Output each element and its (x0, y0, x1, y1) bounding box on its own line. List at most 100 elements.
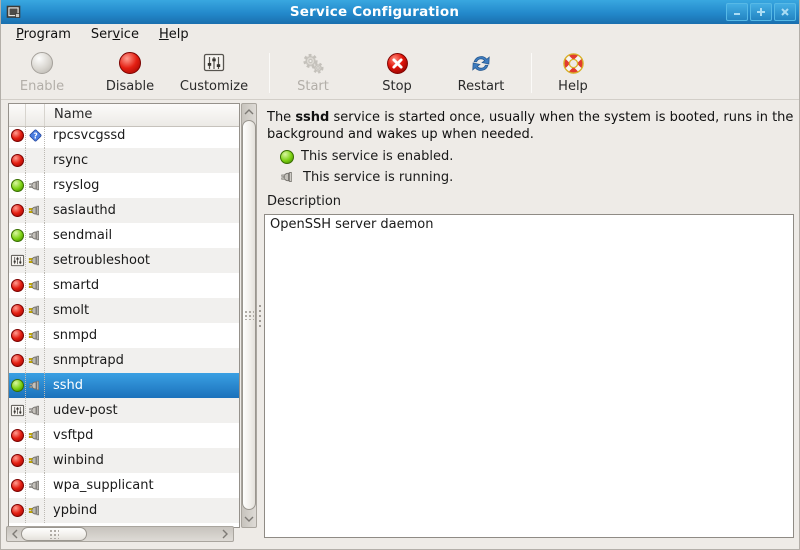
toolbar-separator (531, 53, 532, 93)
service-name: snmpd (45, 323, 97, 348)
menu-help[interactable]: Help (149, 24, 199, 47)
service-disabled-icon (9, 423, 26, 448)
scroll-left-button[interactable] (8, 527, 22, 541)
service-enabled-icon (9, 373, 26, 398)
custom-runlevel-icon (9, 398, 26, 423)
horizontal-scrollbar[interactable] (6, 526, 234, 542)
list-viewport: ? rpcsvcgssdrsyncrsyslogsaslauthdsendmail… (9, 127, 239, 527)
service-row-snmptrapd[interactable]: snmptrapd (9, 348, 239, 373)
service-name: smartd (45, 273, 99, 298)
customize-icon (202, 52, 226, 74)
service-row-winbind[interactable]: winbind (9, 448, 239, 473)
service-running-icon (26, 473, 45, 498)
service-row-smartd[interactable]: smartd (9, 273, 239, 298)
window-controls (726, 3, 796, 21)
column-header-name[interactable]: Name (45, 104, 239, 126)
column-header-status[interactable] (26, 104, 45, 126)
service-name: ypbind (45, 498, 97, 523)
minimize-button[interactable] (726, 3, 748, 21)
window-title: Service Configuration (23, 4, 726, 20)
scroll-down-button[interactable] (242, 512, 256, 526)
service-disabled-icon (9, 473, 26, 498)
toolbar-separator (269, 53, 270, 93)
stop-icon (386, 52, 409, 75)
status-empty (26, 148, 45, 173)
service-row-wpa_supplicant[interactable]: wpa_supplicant (9, 473, 239, 498)
service-row-setroubleshoot[interactable]: setroubleshoot (9, 248, 239, 273)
service-stopped-icon (26, 198, 45, 223)
service-disabled-icon (9, 198, 26, 223)
list-header: Name (9, 104, 239, 127)
service-name: rsync (45, 148, 88, 173)
start-button: Start (283, 51, 343, 95)
service-enabled-icon (9, 173, 26, 198)
vertical-scrollbar[interactable] (241, 103, 257, 528)
enable-icon (31, 52, 53, 74)
main-area: Name ? rpcsvcgssdrsyncrsyslogsaslauthdsen… (1, 100, 800, 550)
service-name: rpcsvcgssd (45, 127, 125, 148)
service-row-snmpd[interactable]: snmpd (9, 323, 239, 348)
service-stopped-icon (26, 348, 45, 373)
service-row-rsync[interactable]: rsync (9, 148, 239, 173)
service-unknown-icon: ? (26, 127, 45, 148)
service-stopped-icon (26, 323, 45, 348)
service-enabled-icon (280, 150, 294, 164)
help-button[interactable]: Help (547, 51, 599, 95)
service-stopped-icon (26, 448, 45, 473)
restart-button[interactable]: Restart (445, 51, 517, 95)
stop-button[interactable]: Stop (371, 51, 423, 95)
disable-button[interactable]: Disable (97, 51, 163, 95)
svg-text:?: ? (33, 131, 37, 140)
service-name: sshd (45, 373, 83, 398)
stop-label: Stop (382, 79, 412, 94)
thumb-grip (49, 529, 59, 539)
service-row-udev-post[interactable]: udev-post (9, 398, 239, 423)
pane-splitter[interactable] (257, 103, 263, 528)
service-name-bold: sshd (295, 110, 329, 125)
menu-service[interactable]: Service (81, 24, 149, 47)
service-running-icon (280, 169, 296, 185)
restart-label: Restart (458, 79, 505, 94)
enable-label: Enable (20, 79, 64, 94)
menubar: ProgramServiceHelp (1, 24, 799, 47)
customize-button[interactable]: Customize (169, 51, 259, 95)
service-disabled-icon (9, 273, 26, 298)
service-disabled-icon (9, 298, 26, 323)
description-text: OpenSSH server daemon (270, 217, 434, 232)
service-row-rpcsvcgssd[interactable]: ? rpcsvcgssd (9, 127, 239, 148)
vertical-scrollbar-thumb[interactable] (242, 120, 256, 510)
service-row-saslauthd[interactable]: saslauthd (9, 198, 239, 223)
service-name: wpa_supplicant (45, 473, 154, 498)
column-header-enabled[interactable] (9, 104, 26, 126)
description-textview[interactable]: OpenSSH server daemon (264, 214, 794, 538)
thumb-grip (244, 310, 254, 320)
service-enabled-icon (9, 223, 26, 248)
scroll-right-button[interactable] (218, 527, 232, 541)
titlebar[interactable]: Service Configuration (1, 0, 799, 24)
service-disabled-icon (9, 348, 26, 373)
service-row-ypbind[interactable]: ypbind (9, 498, 239, 523)
service-row-sendmail[interactable]: sendmail (9, 223, 239, 248)
service-name: setroubleshoot (45, 248, 150, 273)
disable-label: Disable (106, 79, 154, 94)
maximize-button[interactable] (750, 3, 772, 21)
service-disabled-icon (9, 148, 26, 173)
menu-program[interactable]: Program (6, 24, 81, 47)
service-name: rsyslog (45, 173, 99, 198)
toolbar: Enable Disable Customize Start Stop (1, 47, 799, 100)
service-name: saslauthd (45, 198, 116, 223)
service-name: snmptrapd (45, 348, 124, 373)
service-row-smolt[interactable]: smolt (9, 298, 239, 323)
service-disabled-icon (9, 448, 26, 473)
service-name: winbind (45, 448, 104, 473)
horizontal-scrollbar-thumb[interactable] (21, 527, 87, 541)
scroll-up-button[interactable] (242, 105, 256, 119)
service-row-sshd[interactable]: sshd (9, 373, 239, 398)
service-stopped-icon (26, 273, 45, 298)
service-row-vsftpd[interactable]: vsftpd (9, 423, 239, 448)
service-row-rsyslog[interactable]: rsyslog (9, 173, 239, 198)
enabled-status-text: This service is enabled. (301, 149, 453, 164)
customize-label: Customize (180, 79, 248, 94)
help-icon (562, 52, 585, 75)
close-button[interactable] (774, 3, 796, 21)
